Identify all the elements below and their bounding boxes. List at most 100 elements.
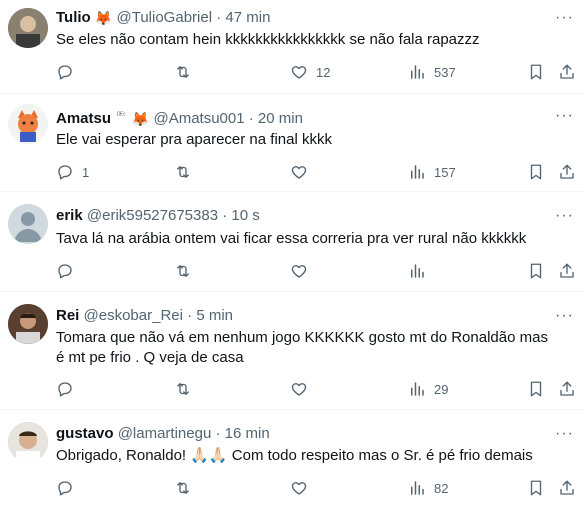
share-icon [560, 64, 574, 79]
views-count: 82 [434, 480, 449, 496]
retweet-button[interactable] [174, 261, 200, 281]
reply-icon [58, 481, 72, 496]
user-name[interactable]: gustavo [56, 425, 114, 442]
views-button[interactable]: 157 [408, 162, 456, 182]
reply-icon [58, 165, 72, 180]
views-button[interactable]: 29 [408, 379, 448, 399]
more-options-icon[interactable]: ··· [555, 108, 574, 124]
retweet-button[interactable] [174, 478, 200, 498]
bookmark-button[interactable] [527, 478, 545, 498]
tweet-actions: 82 [56, 478, 584, 498]
retweet-button[interactable] [174, 162, 200, 182]
reply-count: 1 [82, 164, 90, 180]
share-icon [560, 263, 574, 278]
share-button[interactable] [558, 62, 576, 82]
separator: · [216, 9, 222, 26]
bookmark-icon [530, 164, 542, 180]
tweet[interactable]: erik @erik59527675383 · 10 s ··· Tava lá… [0, 192, 584, 292]
tweet[interactable]: Rei @eskobar_Rei · 5 min ··· Tomara que … [0, 292, 584, 410]
tweet-header: Amatsu ᴰᴱᶜ 🦊 @Amatsu001 · 20 min [56, 106, 303, 129]
reply-button[interactable] [56, 261, 82, 281]
user-name[interactable]: Rei [56, 307, 79, 324]
separator: · [248, 110, 254, 127]
user-name[interactable]: Amatsu [56, 110, 111, 127]
user-handle[interactable]: @erik59527675383 [87, 207, 218, 224]
avatar[interactable] [8, 104, 48, 144]
tweet[interactable]: gustavo @lamartinegu · 16 min ··· Obriga… [0, 410, 584, 509]
timestamp[interactable]: 10 s [231, 207, 259, 224]
reply-button[interactable]: 1 [56, 162, 89, 182]
timestamp[interactable]: 47 min [225, 9, 270, 26]
views-button[interactable] [408, 261, 434, 281]
share-button[interactable] [558, 379, 576, 399]
more-options-icon[interactable]: ··· [555, 208, 574, 224]
user-handle[interactable]: @TulioGabriel [117, 9, 213, 26]
bookmark-button[interactable] [527, 62, 545, 82]
more-options-icon[interactable]: ··· [555, 10, 574, 26]
like-button[interactable] [290, 379, 316, 399]
more-options-icon[interactable]: ··· [555, 308, 574, 324]
bookmark-button[interactable] [527, 261, 545, 281]
tweet-header: gustavo @lamartinegu · 16 min [56, 424, 270, 444]
views-count: 537 [434, 64, 456, 80]
user-name[interactable]: erik [56, 207, 83, 224]
tweet-header: Rei @eskobar_Rei · 5 min [56, 306, 233, 326]
user-handle[interactable]: @lamartinegu [118, 425, 212, 442]
avatar[interactable] [8, 304, 48, 344]
user-handle[interactable]: @eskobar_Rei [84, 307, 183, 324]
views-icon [411, 481, 424, 495]
tweet-text: Tava lá na arábia ontem vai ficar essa c… [56, 230, 527, 247]
views-button[interactable]: 82 [408, 478, 448, 498]
tweet-text: Se eles não contam hein kkkkkkkkkkkkkkkk… [56, 31, 480, 48]
like-button[interactable] [290, 162, 316, 182]
user-handle[interactable]: @Amatsu001 [153, 110, 244, 127]
tweet[interactable]: Tulio 🦊 @TulioGabriel · 47 min ··· Se el… [0, 0, 584, 94]
reply-button[interactable] [56, 62, 82, 82]
like-button[interactable] [290, 261, 316, 281]
timestamp[interactable]: 5 min [196, 307, 233, 324]
more-options-icon[interactable]: ··· [555, 426, 574, 442]
share-icon [560, 164, 574, 179]
heart-icon [291, 66, 307, 79]
views-icon [411, 165, 424, 179]
reply-button[interactable] [56, 478, 82, 498]
timestamp[interactable]: 20 min [258, 110, 303, 127]
timestamp[interactable]: 16 min [225, 425, 270, 442]
user-badge: ᴰᴱᶜ [117, 112, 126, 119]
retweet-button[interactable] [174, 62, 200, 82]
avatar[interactable] [8, 422, 48, 462]
bookmark-button[interactable] [527, 162, 545, 182]
retweet-icon [177, 66, 189, 78]
reply-icon [58, 65, 72, 80]
tweet[interactable]: Amatsu ᴰᴱᶜ 🦊 @Amatsu001 · 20 min ··· Ele… [0, 94, 584, 192]
tweet-header: erik @erik59527675383 · 10 s [56, 206, 260, 226]
share-icon [560, 480, 574, 495]
tweet-text: Ele vai esperar pra aparecer na final kk… [56, 131, 332, 148]
tweet-actions: 12 537 [56, 62, 584, 82]
avatar[interactable] [8, 204, 48, 244]
bookmark-button[interactable] [527, 379, 545, 399]
heart-icon [291, 482, 307, 495]
tweet-header: Tulio 🦊 @TulioGabriel · 47 min [56, 8, 270, 28]
user-name[interactable]: Tulio [56, 9, 91, 26]
views-icon [411, 382, 424, 396]
views-count: 157 [434, 164, 456, 180]
views-count: 29 [434, 381, 449, 397]
retweet-button[interactable] [174, 379, 200, 399]
share-button[interactable] [558, 162, 576, 182]
retweet-icon [177, 265, 189, 277]
fox-emoji-icon: 🦊 [131, 111, 150, 128]
tweet-actions [56, 261, 584, 281]
retweet-icon [177, 482, 189, 494]
bookmark-icon [530, 263, 542, 279]
like-button[interactable]: 12 [290, 62, 330, 82]
share-button[interactable] [558, 261, 576, 281]
share-icon [560, 381, 574, 396]
share-button[interactable] [558, 478, 576, 498]
tweet-actions: 29 [56, 379, 584, 399]
separator: · [215, 425, 221, 442]
reply-button[interactable] [56, 379, 82, 399]
views-button[interactable]: 537 [408, 62, 456, 82]
like-button[interactable] [290, 478, 316, 498]
avatar[interactable] [8, 8, 48, 48]
